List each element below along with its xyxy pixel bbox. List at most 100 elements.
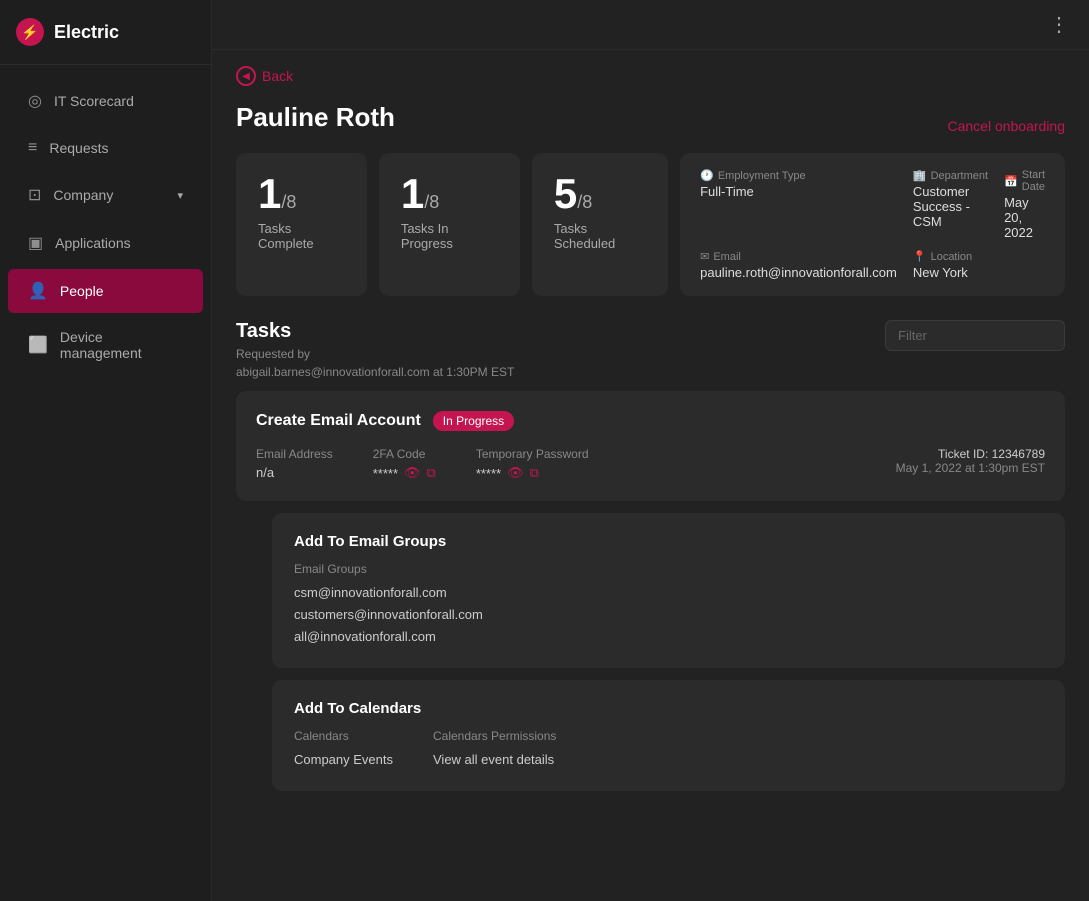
employment-type-label: 🕐 Employment Type bbox=[700, 169, 897, 182]
page-content: Cancel onboarding ◀ Back Pauline Roth 1/… bbox=[212, 50, 1089, 901]
logo-icon: ⚡ bbox=[16, 18, 44, 46]
ticket-info: Ticket ID: 12346789 May 1, 2022 at 1:30p… bbox=[896, 447, 1045, 475]
calendars-col-1: Calendars Permissions View all event det… bbox=[433, 729, 556, 771]
stat-number-1: 1/8 bbox=[401, 173, 498, 215]
sidebar-item-device-management[interactable]: ⬜ Device management bbox=[8, 317, 203, 373]
email-group-3: all@innovationforall.com bbox=[294, 626, 1043, 648]
sidebar-item-people[interactable]: 👤 People bbox=[8, 269, 203, 313]
calendars-col-1-label: Calendars Permissions bbox=[433, 729, 556, 743]
stat-number-0: 1/8 bbox=[258, 173, 345, 215]
stat-denom-2: /8 bbox=[577, 192, 592, 212]
email-groups-values: csm@innovationforall.com customers@innov… bbox=[294, 582, 1043, 648]
page-title: Pauline Roth bbox=[236, 102, 1065, 133]
2fa-label: 2FA Code bbox=[373, 447, 436, 461]
sidebar: ⚡ Electric ◎ IT Scorecard ≡ Requests ⊡ C… bbox=[0, 0, 212, 901]
2fa-value-row: ***** 👁 ⧉ bbox=[373, 465, 436, 481]
stat-number-2: 5/8 bbox=[554, 173, 646, 215]
calendar-icon: 📅 bbox=[1004, 175, 1018, 188]
department-value: Customer Success - CSM bbox=[913, 184, 988, 229]
status-badge: In Progress bbox=[433, 411, 514, 431]
employment-type-value: Full-Time bbox=[700, 184, 897, 199]
filter-input[interactable] bbox=[885, 320, 1065, 351]
stat-label-1: Tasks In Progress bbox=[401, 221, 498, 251]
email-label: ✉ Email bbox=[700, 250, 897, 263]
email-groups-label: Email Groups bbox=[294, 562, 1043, 576]
calendars-fields: Calendars Company Events Calendars Permi… bbox=[294, 729, 1043, 771]
stat-denom-0: /8 bbox=[281, 192, 296, 212]
calendars-col-0: Calendars Company Events bbox=[294, 729, 393, 771]
location-label: 📍 Location bbox=[913, 250, 988, 263]
stat-denom-1: /8 bbox=[424, 192, 439, 212]
email-icon: ✉ bbox=[700, 250, 709, 263]
info-card: 🕐 Employment Type Full-Time 🏢 Department… bbox=[680, 153, 1065, 296]
tasks-requested-by-value: abigail.barnes@innovationforall.com at 1… bbox=[236, 365, 514, 379]
stat-card-1: 1/8 Tasks In Progress bbox=[379, 153, 520, 296]
info-employment-type: 🕐 Employment Type Full-Time bbox=[700, 169, 897, 240]
location-icon: 📍 bbox=[913, 250, 927, 263]
calendars-title: Add To Calendars bbox=[294, 700, 1043, 717]
temp-password-value-row: ***** 👁 ⧉ bbox=[476, 465, 589, 481]
email-address-label: Email Address bbox=[256, 447, 333, 461]
clock-icon: 🕐 bbox=[700, 169, 714, 182]
sidebar-item-company[interactable]: ⊡ Company ▾ bbox=[8, 173, 203, 217]
task-card-calendars: Add To Calendars Calendars Company Event… bbox=[272, 680, 1065, 791]
stat-label-2: Tasks Scheduled bbox=[554, 221, 646, 251]
tasks-title: Tasks bbox=[236, 320, 514, 343]
email-value: pauline.roth@innovationforall.com bbox=[700, 265, 897, 280]
sidebar-item-label: IT Scorecard bbox=[54, 93, 134, 109]
task-field-email-address: Email Address n/a bbox=[256, 447, 333, 480]
ticket-id: Ticket ID: 12346789 bbox=[896, 447, 1045, 461]
top-bar: ⋮ bbox=[212, 0, 1089, 50]
task-name: Create Email Account bbox=[256, 412, 421, 430]
start-date-value: May 20, 2022 bbox=[1004, 195, 1045, 240]
main-content: ⋮ Cancel onboarding ◀ Back Pauline Roth … bbox=[212, 0, 1089, 901]
sidebar-item-label: Requests bbox=[49, 140, 108, 156]
2fa-masked: ***** bbox=[373, 466, 398, 481]
sidebar-item-it-scorecard[interactable]: ◎ IT Scorecard bbox=[8, 79, 203, 123]
email-groups-title: Add To Email Groups bbox=[294, 533, 1043, 550]
requests-icon: ≡ bbox=[28, 139, 37, 157]
app-logo: ⚡ Electric bbox=[0, 0, 211, 65]
tasks-requested-by-label: Requested by bbox=[236, 347, 514, 361]
task-card-create-email: Create Email Account In Progress Email A… bbox=[236, 391, 1065, 501]
task-field-temp-password: Temporary Password ***** 👁 ⧉ bbox=[476, 447, 589, 481]
eye-icon-password[interactable]: 👁 bbox=[507, 465, 524, 481]
sidebar-item-label: Applications bbox=[55, 235, 131, 251]
tasks-header: Tasks Requested by abigail.barnes@innova… bbox=[236, 320, 1065, 379]
email-group-2: customers@innovationforall.com bbox=[294, 604, 1043, 626]
app-name: Electric bbox=[54, 22, 119, 43]
sidebar-item-applications[interactable]: ▣ Applications bbox=[8, 221, 203, 265]
building-icon: 🏢 bbox=[913, 169, 927, 182]
back-link[interactable]: ◀ Back bbox=[236, 66, 1065, 86]
device-icon: ⬜ bbox=[28, 335, 48, 355]
stat-card-2: 5/8 Tasks Scheduled bbox=[532, 153, 668, 296]
stat-label-0: Tasks Complete bbox=[258, 221, 345, 251]
sidebar-nav: ◎ IT Scorecard ≡ Requests ⊡ Company ▾ ▣ … bbox=[0, 65, 211, 901]
info-email: ✉ Email pauline.roth@innovationforall.co… bbox=[700, 250, 897, 280]
stat-card-0: 1/8 Tasks Complete bbox=[236, 153, 367, 296]
chevron-down-icon: ▾ bbox=[177, 189, 183, 202]
copy-icon-password[interactable]: ⧉ bbox=[530, 465, 539, 481]
sidebar-item-label: Company bbox=[53, 187, 113, 203]
start-date-label: 📅 Start Date bbox=[1004, 169, 1045, 193]
calendars-col-1-value: View all event details bbox=[433, 749, 556, 771]
info-start-date: 📅 Start Date May 20, 2022 bbox=[1004, 169, 1045, 240]
location-value: New York bbox=[913, 265, 988, 280]
email-group-1: csm@innovationforall.com bbox=[294, 582, 1043, 604]
calendars-col-0-value: Company Events bbox=[294, 749, 393, 771]
info-department: 🏢 Department Customer Success - CSM bbox=[913, 169, 988, 240]
copy-icon-2fa[interactable]: ⧉ bbox=[427, 465, 436, 481]
back-circle-icon: ◀ bbox=[236, 66, 256, 86]
cancel-onboarding-button[interactable]: Cancel onboarding bbox=[947, 118, 1065, 134]
eye-icon-2fa[interactable]: 👁 bbox=[404, 465, 421, 481]
task-card-email-groups: Add To Email Groups Email Groups csm@inn… bbox=[272, 513, 1065, 668]
stats-row: 1/8 Tasks Complete 1/8 Tasks In Progress… bbox=[236, 153, 1065, 296]
company-icon: ⊡ bbox=[28, 185, 41, 205]
sidebar-item-requests[interactable]: ≡ Requests bbox=[8, 127, 203, 169]
back-label: Back bbox=[262, 68, 293, 84]
more-options-button[interactable]: ⋮ bbox=[1049, 12, 1069, 37]
temp-password-label: Temporary Password bbox=[476, 447, 589, 461]
department-label: 🏢 Department bbox=[913, 169, 988, 182]
task-card-header: Create Email Account In Progress bbox=[256, 411, 1045, 431]
sidebar-item-label: People bbox=[60, 283, 104, 299]
